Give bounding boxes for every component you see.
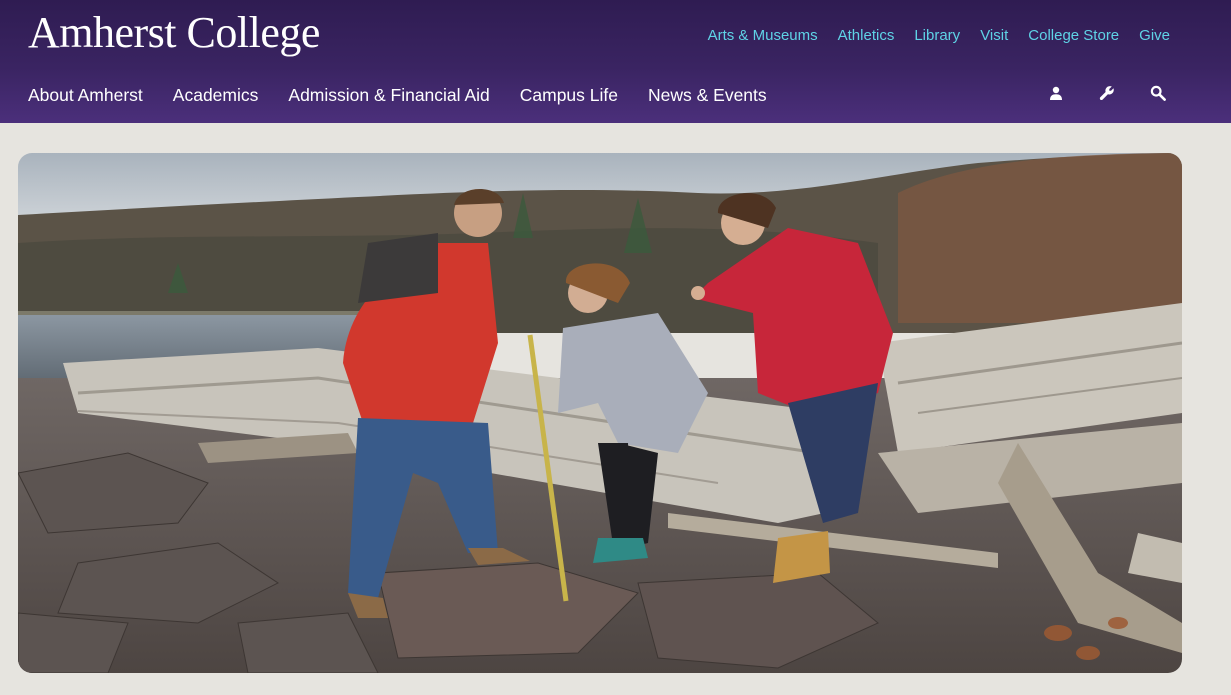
hero-photo xyxy=(18,153,1182,673)
utility-link-library[interactable]: Library xyxy=(914,26,960,46)
utility-nav: Arts & Museums Athletics Library Visit C… xyxy=(708,26,1170,46)
search-icon[interactable] xyxy=(1149,82,1167,104)
wrench-icon[interactable] xyxy=(1098,82,1116,104)
utility-link-athletics[interactable]: Athletics xyxy=(838,26,895,46)
site-header: Amherst College Arts & Museums Athletics… xyxy=(0,0,1231,123)
nav-admission-financial-aid[interactable]: Admission & Financial Aid xyxy=(288,84,489,106)
nav-about-amherst[interactable]: About Amherst xyxy=(28,84,143,106)
main-nav: About Amherst Academics Admission & Fina… xyxy=(28,84,767,106)
hero-image xyxy=(18,153,1182,673)
utility-link-visit[interactable]: Visit xyxy=(980,26,1008,46)
header-tools xyxy=(1047,82,1167,104)
nav-news-events[interactable]: News & Events xyxy=(648,84,767,106)
utility-link-give[interactable]: Give xyxy=(1139,26,1170,46)
site-logo[interactable]: Amherst College xyxy=(28,8,320,58)
nav-campus-life[interactable]: Campus Life xyxy=(520,84,618,106)
nav-academics[interactable]: Academics xyxy=(173,84,259,106)
user-icon[interactable] xyxy=(1047,82,1065,104)
utility-link-arts-museums[interactable]: Arts & Museums xyxy=(708,26,818,46)
utility-link-college-store[interactable]: College Store xyxy=(1028,26,1119,46)
